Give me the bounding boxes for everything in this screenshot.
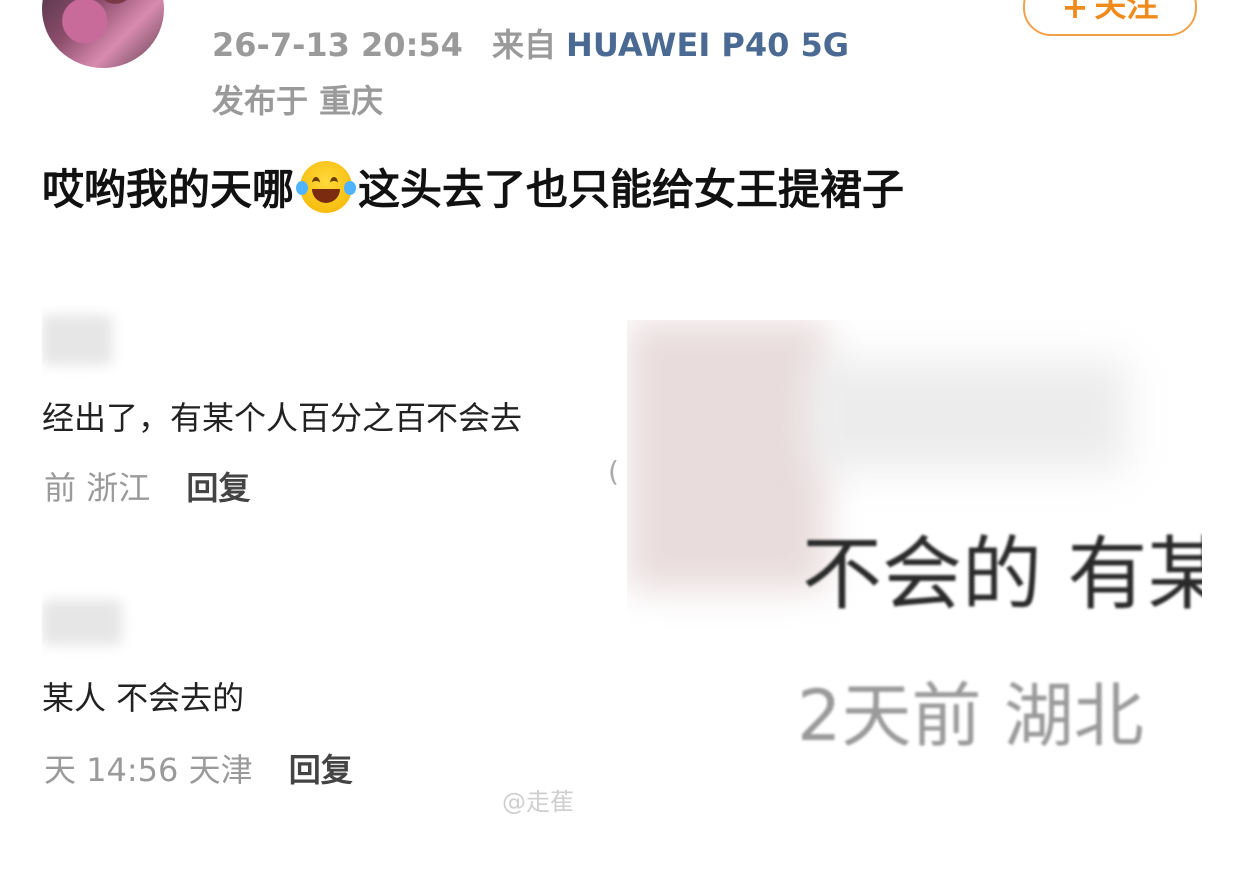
from-label: 来自: [492, 26, 557, 64]
post-location: 发布于 重庆: [212, 82, 384, 120]
plus-icon: +: [1061, 0, 1089, 26]
comment-2-region: 天津: [188, 751, 253, 789]
attached-image-right[interactable]: 不会的 有某 2天前 湖北: [627, 320, 1202, 750]
device-link[interactable]: HUAWEI P40 5G: [566, 26, 849, 64]
comment-1-text: 经出了，有某个人百分之百不会去: [42, 399, 523, 437]
comment-1-region: 浙江: [86, 469, 151, 507]
post-text-after: 这头去了也只能给女王提裙子: [358, 165, 905, 214]
blurred-username: [42, 600, 122, 645]
blurred-username: [807, 360, 1127, 470]
post-text: 哎哟我的天哪 这头去了也只能给女王提裙子: [42, 156, 904, 217]
comment-1-time: 前: [44, 469, 77, 507]
timestamp: 26-7-13 20:54: [212, 26, 463, 64]
comment-2-time: 天 14:56: [44, 751, 179, 789]
laughing-tears-icon: [296, 160, 357, 213]
comment-1-reply[interactable]: 回复: [186, 469, 250, 507]
blurred-avatar: [627, 320, 827, 590]
like-icon: (: [608, 455, 619, 488]
attached-image-left[interactable]: 经出了，有某个人百分之百不会去 前 浙江 回复 某人 不会去的 天 14:56 …: [42, 305, 626, 825]
follow-label: 关注: [1094, 0, 1159, 24]
comment-2-reply[interactable]: 回复: [289, 751, 353, 789]
right-comment-text: 不会的 有某: [802, 528, 1202, 621]
comment-2-text: 某人 不会去的: [42, 679, 245, 717]
avatar[interactable]: [42, 0, 164, 68]
blurred-username: [42, 315, 112, 365]
weibo-watermark: @走萑: [502, 788, 574, 816]
post-text-before: 哎哟我的天哪: [42, 165, 295, 214]
follow-button[interactable]: + 关注: [1023, 0, 1197, 36]
comment-2-meta: 天 14:56 天津 回复: [44, 745, 353, 791]
post-meta: 26-7-13 20:54 来自 HUAWEI P40 5G: [212, 20, 849, 66]
right-comment-meta: 2天前 湖北: [797, 675, 1144, 750]
comment-1-meta: 前 浙江 回复: [44, 463, 250, 509]
